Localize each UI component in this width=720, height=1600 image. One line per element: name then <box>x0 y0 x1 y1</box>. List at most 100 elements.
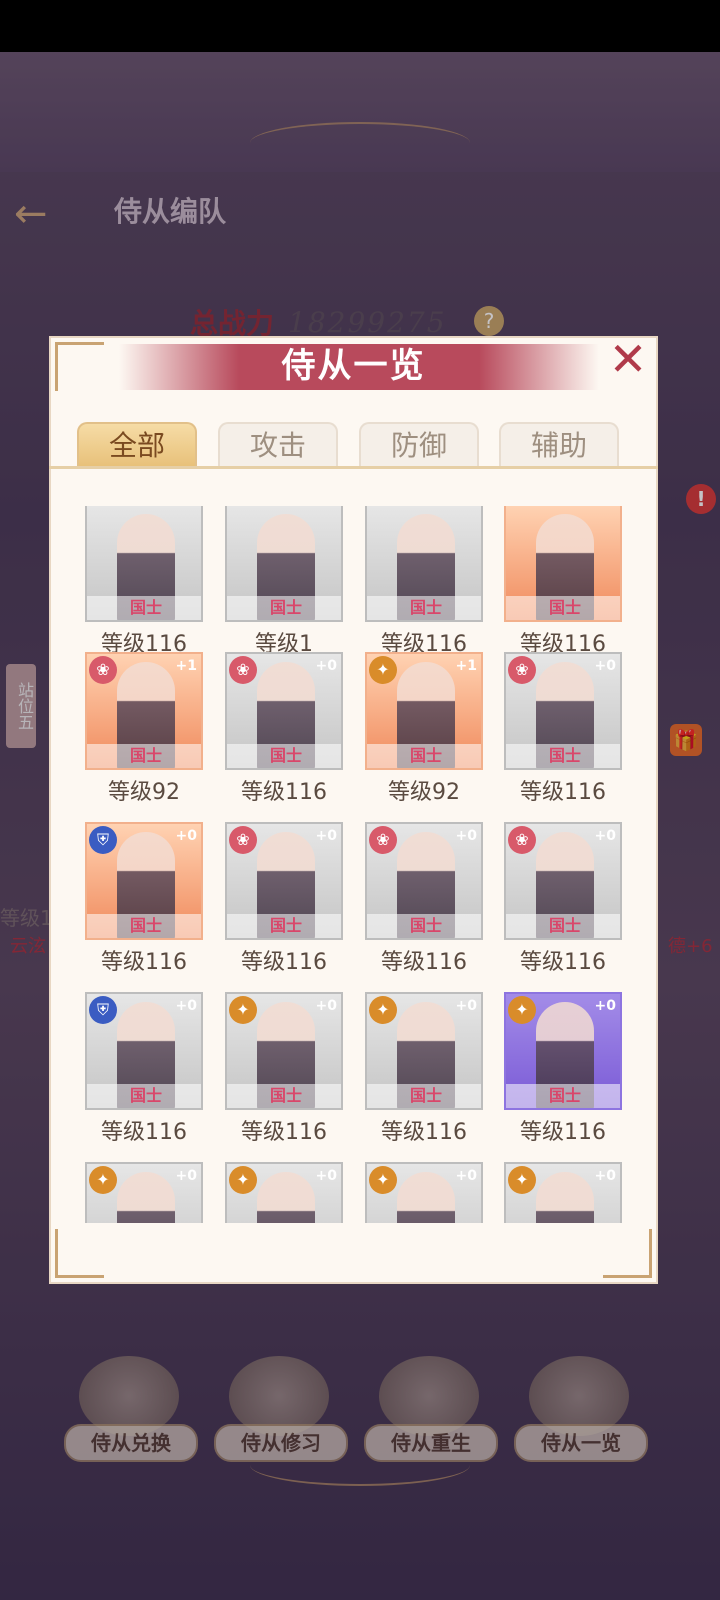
retainer-card[interactable]: ⛨ +0 国士 等级116 <box>85 822 203 975</box>
retainer-card[interactable]: ❀ +0 国士等级116 <box>504 822 622 975</box>
retainer-portrait: ✦ +0 <box>225 1162 343 1223</box>
retainer-card[interactable]: ❀ +0 国士等级116 <box>225 822 343 975</box>
enhance-count: +0 <box>455 828 477 844</box>
level-label: 等级116 <box>381 950 467 975</box>
enhance-count: +1 <box>175 658 197 674</box>
retainer-card[interactable]: ❀ +1 国士 等级92 <box>85 652 203 805</box>
retainer-portrait: 国士 <box>365 506 483 622</box>
retainer-portrait: ❀ +0 国士 <box>504 652 622 770</box>
corner-ornament <box>55 1229 104 1278</box>
level-label: 等级116 <box>101 950 187 975</box>
retainer-portrait: ✦ +0 <box>365 1162 483 1223</box>
level-label: 等级116 <box>101 1120 187 1145</box>
retainer-portrait: ✦ +0 <box>85 1162 203 1223</box>
character-art <box>536 1172 594 1223</box>
support-role-icon: ✦ <box>229 1166 257 1194</box>
retainer-card[interactable]: ⛨ +0 国士等级116 <box>85 992 203 1145</box>
retainer-card[interactable]: 国士 等级116 <box>85 506 203 657</box>
rank-label: 国士 <box>367 914 481 938</box>
enhance-count: +0 <box>175 828 197 844</box>
retainer-card[interactable]: ✦ +0 国士 等级116 <box>225 992 343 1145</box>
retainer-portrait: ⛨ +0 国士 <box>85 992 203 1110</box>
retainer-card[interactable]: ❀ +0 国士等级116 <box>365 822 483 975</box>
tab-defense[interactable]: 防御 <box>359 422 479 466</box>
rank-label: 国士 <box>227 744 341 768</box>
retainer-portrait: ✦ +0 国士 <box>504 992 622 1110</box>
retainer-card[interactable]: ✦ +0 <box>365 1162 483 1223</box>
support-role-icon: ✦ <box>229 996 257 1024</box>
level-label: 等级116 <box>241 780 327 805</box>
attack-role-icon: ❀ <box>508 656 536 684</box>
retainer-portrait: ❀ +1 国士 <box>85 652 203 770</box>
rank-label: 国士 <box>227 914 341 938</box>
retainer-portrait: ❀ +0 国士 <box>225 652 343 770</box>
enhance-count: +0 <box>315 998 337 1014</box>
character-art <box>257 1172 315 1223</box>
attack-role-icon: ❀ <box>369 826 397 854</box>
level-label: 等级116 <box>241 950 327 975</box>
level-label: 等级116 <box>520 950 606 975</box>
rank-label: 国士 <box>87 1084 201 1108</box>
retainer-card[interactable]: 国士 等级116 <box>365 506 483 657</box>
level-label: 等级92 <box>388 780 460 805</box>
retainer-card[interactable]: 国士 等级116 <box>504 506 622 657</box>
retainer-portrait: 国士 <box>504 506 622 622</box>
retainer-portrait: 国士 <box>85 506 203 622</box>
retainer-card[interactable]: ✦ +0 <box>225 1162 343 1223</box>
enhance-count: +0 <box>594 1168 616 1184</box>
retainer-portrait: ❀ +0 国士 <box>504 822 622 940</box>
character-art <box>397 1172 455 1223</box>
retainer-card[interactable]: ❀ +0 国士等级116 <box>504 652 622 805</box>
rank-label: 国士 <box>367 596 481 620</box>
character-art <box>117 1172 175 1223</box>
retainer-card[interactable]: ✦ +0 <box>85 1162 203 1223</box>
retainer-list-modal: 侍从一览 ✕ 全部 攻击 防御 辅助 国士 等级116 国士 等级1 国士 等级116 国士… <box>49 336 658 1284</box>
tab-all[interactable]: 全部 <box>77 422 197 466</box>
support-role-icon: ✦ <box>508 996 536 1024</box>
support-role-icon: ✦ <box>89 1166 117 1194</box>
enhance-count: +0 <box>315 1168 337 1184</box>
rank-label: 国士 <box>367 744 481 768</box>
support-role-icon: ✦ <box>508 1166 536 1194</box>
close-icon[interactable]: ✕ <box>605 336 651 382</box>
rank-label: 国士 <box>87 914 201 938</box>
rank-label: 国士 <box>367 1084 481 1108</box>
defense-role-icon: ⛨ <box>89 996 117 1024</box>
retainer-portrait: ✦ +0 <box>504 1162 622 1223</box>
enhance-count: +0 <box>594 828 616 844</box>
retainer-card[interactable]: 国士 等级1 <box>225 506 343 657</box>
enhance-count: +0 <box>175 998 197 1014</box>
attack-role-icon: ❀ <box>229 656 257 684</box>
rank-label: 国士 <box>506 744 620 768</box>
status-bar <box>0 0 720 52</box>
filter-tabs: 全部 攻击 防御 辅助 <box>77 422 627 466</box>
enhance-count: +1 <box>455 658 477 674</box>
retainer-portrait: 国士 <box>225 506 343 622</box>
support-role-icon: ✦ <box>369 656 397 684</box>
retainer-portrait: ❀ +0 国士 <box>225 822 343 940</box>
tab-divider <box>49 466 658 469</box>
enhance-count: +0 <box>594 998 616 1014</box>
attack-role-icon: ❀ <box>89 656 117 684</box>
attack-role-icon: ❀ <box>229 826 257 854</box>
retainer-card[interactable]: ❀ +0 国士等级116 <box>225 652 343 805</box>
enhance-count: +0 <box>455 1168 477 1184</box>
support-role-icon: ✦ <box>369 996 397 1024</box>
level-label: 等级116 <box>520 1120 606 1145</box>
level-label: 等级116 <box>520 780 606 805</box>
retainer-card[interactable]: ✦ +0 <box>504 1162 622 1223</box>
level-label: 等级116 <box>381 1120 467 1145</box>
retainer-card[interactable]: ✦ +0 国士等级116 <box>504 992 622 1145</box>
rank-label: 国士 <box>506 1084 620 1108</box>
tab-support[interactable]: 辅助 <box>499 422 619 466</box>
support-role-icon: ✦ <box>369 1166 397 1194</box>
retainer-portrait: ✦ +1 国士 <box>365 652 483 770</box>
level-label: 等级92 <box>108 780 180 805</box>
retainer-card[interactable]: ✦ +0 国士等级116 <box>365 992 483 1145</box>
enhance-count: +0 <box>594 658 616 674</box>
rank-label: 国士 <box>227 1084 341 1108</box>
tab-attack[interactable]: 攻击 <box>218 422 338 466</box>
enhance-count: +0 <box>455 998 477 1014</box>
retainer-card[interactable]: ✦ +1 国士等级92 <box>365 652 483 805</box>
enhance-count: +0 <box>175 1168 197 1184</box>
